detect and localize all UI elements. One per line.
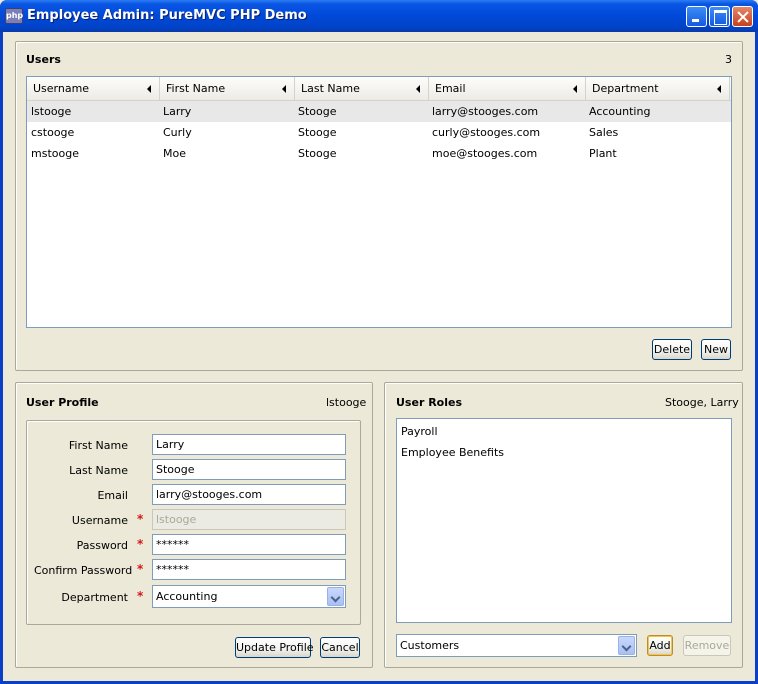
last-name-field[interactable]: Stooge xyxy=(152,459,346,480)
password-label: Password xyxy=(76,539,128,552)
roles-user-name: Stooge, Larry xyxy=(665,396,739,409)
last-name-label: Last Name xyxy=(69,464,128,477)
role-select[interactable]: Customers xyxy=(396,634,637,657)
column-header-username[interactable]: Username xyxy=(27,77,160,101)
cell-first-name: Curly xyxy=(163,126,192,139)
department-select-value: Accounting xyxy=(156,590,218,603)
table-row[interactable]: lstooge Larry Stooge larry@stooges.com A… xyxy=(27,101,731,122)
required-marker: * xyxy=(137,589,144,603)
users-count: 3 xyxy=(725,53,732,66)
close-button[interactable] xyxy=(732,6,753,27)
list-item[interactable]: Employee Benefits xyxy=(401,446,504,459)
column-header-label: Last Name xyxy=(301,82,360,95)
users-table-header: Username First Name Last Name Email Depa… xyxy=(27,77,731,101)
column-header-first-name[interactable]: First Name xyxy=(160,77,295,101)
minimize-button[interactable] xyxy=(686,6,707,27)
cell-department: Sales xyxy=(589,126,619,139)
username-field: lstooge xyxy=(152,509,346,530)
confirm-password-field[interactable]: ****** xyxy=(152,559,346,580)
cell-department: Accounting xyxy=(589,105,651,118)
window-title: Employee Admin: PureMVC PHP Demo xyxy=(27,8,307,23)
table-row[interactable]: mstooge Moe Stooge moe@stooges.com Plant xyxy=(27,143,731,164)
cell-department: Plant xyxy=(589,147,617,160)
first-name-label: First Name xyxy=(68,439,128,452)
role-select-value: Customers xyxy=(400,639,460,652)
username-label: Username xyxy=(71,514,128,527)
user-roles-title: User Roles xyxy=(396,396,462,409)
users-table[interactable]: Username First Name Last Name Email Depa… xyxy=(26,76,732,328)
delete-button[interactable]: Delete xyxy=(652,339,692,360)
first-name-field[interactable]: Larry xyxy=(152,434,346,455)
title-bar[interactable]: php Employee Admin: PureMVC PHP Demo xyxy=(0,0,758,32)
email-field[interactable]: larry@stooges.com xyxy=(152,484,346,505)
password-field[interactable]: ****** xyxy=(152,534,346,555)
sort-arrow-icon xyxy=(573,85,577,93)
new-button[interactable]: New xyxy=(701,339,731,360)
column-header-email[interactable]: Email xyxy=(429,77,586,101)
sort-arrow-icon xyxy=(147,85,151,93)
cell-email: larry@stooges.com xyxy=(432,105,539,118)
cancel-button[interactable]: Cancel xyxy=(320,637,360,658)
sort-arrow-icon xyxy=(282,85,286,93)
cell-first-name: Larry xyxy=(163,105,192,118)
cell-last-name: Stooge xyxy=(298,147,337,160)
cell-email: moe@stooges.com xyxy=(432,147,538,160)
required-marker: * xyxy=(137,537,144,551)
roles-list[interactable]: Payroll Employee Benefits xyxy=(396,418,732,623)
cell-username: cstooge xyxy=(31,126,75,139)
sort-arrow-icon xyxy=(416,85,420,93)
column-header-label: Department xyxy=(592,82,659,95)
table-row[interactable]: cstooge Curly Stooge curly@stooges.com S… xyxy=(27,122,731,143)
required-marker: * xyxy=(137,562,144,576)
profile-username-label: lstooge xyxy=(326,396,367,409)
column-header-department[interactable]: Department xyxy=(586,77,730,101)
department-label: Department xyxy=(61,591,128,604)
cell-username: mstooge xyxy=(31,147,79,160)
sort-arrow-icon xyxy=(717,85,721,93)
column-header-last-name[interactable]: Last Name xyxy=(295,77,429,101)
add-role-button[interactable]: Add xyxy=(647,635,673,656)
cell-first-name: Moe xyxy=(163,147,186,160)
column-header-label: Username xyxy=(33,82,90,95)
column-header-label: First Name xyxy=(166,82,226,95)
confirm-password-label: Confirm Password xyxy=(34,564,133,577)
chevron-down-icon[interactable] xyxy=(327,587,344,606)
maximize-button[interactable] xyxy=(709,6,730,27)
cell-last-name: Stooge xyxy=(298,126,337,139)
cell-username: lstooge xyxy=(31,105,72,118)
cell-email: curly@stooges.com xyxy=(432,126,541,139)
remove-role-button[interactable]: Remove xyxy=(683,635,731,656)
list-item[interactable]: Payroll xyxy=(401,425,438,438)
php-app-icon: php xyxy=(5,8,23,24)
users-panel-title: Users xyxy=(26,53,61,66)
department-select[interactable]: Accounting xyxy=(152,585,346,608)
user-profile-title: User Profile xyxy=(26,396,99,409)
cell-last-name: Stooge xyxy=(298,105,337,118)
update-profile-button[interactable]: Update Profile xyxy=(235,637,314,658)
required-marker: * xyxy=(137,512,144,526)
chevron-down-icon[interactable] xyxy=(618,636,635,655)
email-label: Email xyxy=(97,489,128,502)
column-header-label: Email xyxy=(435,82,466,95)
